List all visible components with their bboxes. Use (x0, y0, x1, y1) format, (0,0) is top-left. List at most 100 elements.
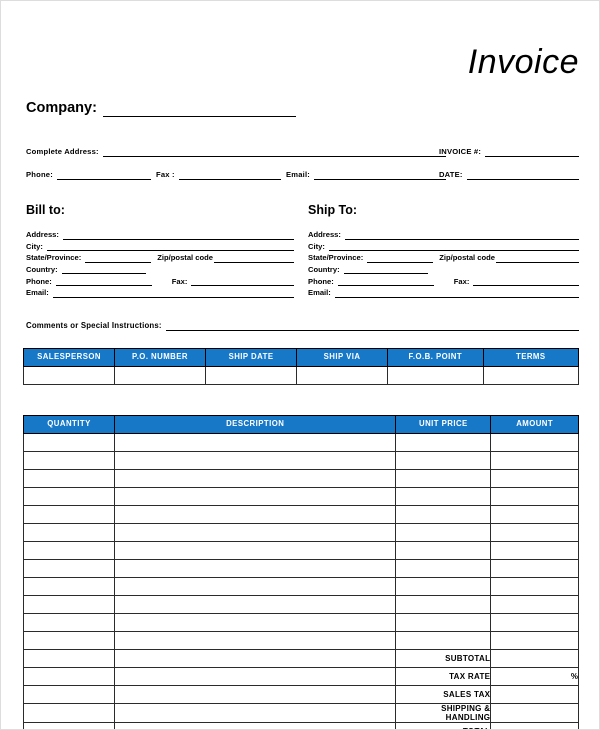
cell-amount[interactable] (490, 522, 579, 542)
company-field[interactable]: Company: (26, 100, 296, 117)
invoice-number-field[interactable]: INVOICE #: (439, 148, 579, 157)
cell-quantity[interactable] (22, 594, 116, 614)
bill-to-email-input-line[interactable] (52, 289, 294, 298)
header-fax-field[interactable]: Fax : (156, 171, 281, 180)
cell-amount[interactable] (490, 612, 579, 632)
cell-unit-price[interactable] (395, 522, 492, 542)
cell-amount[interactable] (490, 558, 579, 578)
cell-unit-price[interactable] (395, 486, 492, 506)
cell-description[interactable] (114, 576, 397, 596)
table-row[interactable] (22, 594, 579, 614)
cell-quantity[interactable] (22, 612, 116, 632)
cell-amount[interactable] (490, 432, 579, 452)
cell-description[interactable] (114, 486, 397, 506)
cell-unit-price[interactable] (395, 540, 492, 560)
table-row[interactable] (22, 612, 579, 632)
cell-fob-point[interactable] (387, 365, 484, 385)
complete-address-input-line[interactable] (102, 148, 446, 157)
cell-description[interactable] (114, 432, 397, 452)
ship-to-country-field[interactable]: Country: (308, 263, 579, 275)
table-row[interactable] (22, 450, 579, 470)
cell-terms[interactable] (482, 365, 580, 385)
cell-quantity[interactable] (22, 576, 116, 596)
cell-ship-date[interactable] (205, 365, 298, 385)
cell-amount[interactable] (490, 576, 579, 596)
cell-quantity[interactable] (22, 630, 116, 650)
totals-value-tax-rate[interactable]: % (490, 666, 579, 686)
ship-to-fax-input-line[interactable] (473, 277, 579, 286)
ship-to-address-field[interactable]: Address: (308, 228, 579, 240)
header-phone-input-line[interactable] (56, 171, 151, 180)
table-row[interactable] (22, 504, 579, 524)
table-row[interactable] (22, 522, 579, 542)
table-row[interactable] (22, 540, 579, 560)
bill-to-city-input-line[interactable] (46, 242, 294, 252)
cell-quantity[interactable] (22, 468, 116, 488)
cell-description[interactable] (114, 612, 397, 632)
cell-description[interactable] (114, 558, 397, 578)
totals-value-total[interactable] (490, 721, 579, 729)
cell-amount[interactable] (490, 630, 579, 650)
comments-field[interactable]: Comments or Special Instructions: (26, 321, 579, 331)
cell-amount[interactable] (490, 450, 579, 470)
date-field[interactable]: DATE: (439, 171, 579, 180)
header-fax-input-line[interactable] (178, 171, 281, 180)
bill-to-zip-input-line[interactable] (214, 254, 294, 263)
cell-quantity[interactable] (22, 432, 116, 452)
ship-to-city-input-line[interactable] (328, 242, 579, 252)
cell-salesperson[interactable] (22, 365, 116, 385)
bill-to-country-field[interactable]: Country: (26, 263, 294, 275)
cell-description[interactable] (114, 468, 397, 488)
cell-quantity[interactable] (22, 558, 116, 578)
table-row[interactable] (22, 630, 579, 650)
header-email-input-line[interactable] (314, 171, 446, 180)
totals-value-shipping-handling[interactable] (490, 702, 579, 723)
comments-input-line[interactable] (165, 322, 579, 331)
date-input-line[interactable] (466, 171, 579, 180)
cell-description[interactable] (114, 522, 397, 542)
bill-to-state-input-line[interactable] (85, 254, 152, 263)
cell-unit-price[interactable] (395, 558, 492, 578)
totals-value-subtotal[interactable] (490, 648, 579, 668)
table-row[interactable] (22, 365, 580, 385)
invoice-number-input-line[interactable] (485, 148, 579, 157)
bill-to-address-input-line[interactable] (62, 231, 294, 240)
bill-to-city-field[interactable]: City: (26, 240, 294, 252)
cell-amount[interactable] (490, 468, 579, 488)
ship-to-email-field[interactable]: Email: (308, 286, 579, 298)
cell-po-number[interactable] (114, 365, 207, 385)
company-input-line[interactable] (102, 103, 296, 117)
cell-unit-price[interactable] (395, 468, 492, 488)
table-row[interactable] (22, 576, 579, 596)
table-row[interactable] (22, 432, 579, 452)
ship-to-address-input-line[interactable] (344, 231, 579, 240)
cell-description[interactable] (114, 630, 397, 650)
bill-to-address-field[interactable]: Address: (26, 228, 294, 240)
ship-to-email-input-line[interactable] (334, 289, 579, 298)
cell-description[interactable] (114, 450, 397, 470)
cell-amount[interactable] (490, 594, 579, 614)
cell-ship-via[interactable] (296, 365, 389, 385)
cell-unit-price[interactable] (395, 612, 492, 632)
cell-quantity[interactable] (22, 504, 116, 524)
bill-to-country-input-line[interactable] (61, 265, 146, 275)
cell-amount[interactable] (490, 540, 579, 560)
ship-to-city-field[interactable]: City: (308, 240, 579, 252)
bill-to-phone-input-line[interactable] (55, 277, 152, 286)
complete-address-field[interactable]: Complete Address: (26, 148, 446, 157)
cell-quantity[interactable] (22, 540, 116, 560)
cell-unit-price[interactable] (395, 432, 492, 452)
cell-quantity[interactable] (22, 522, 116, 542)
ship-to-phone-input-line[interactable] (337, 277, 434, 286)
totals-value-sales-tax[interactable] (490, 684, 579, 704)
cell-unit-price[interactable] (395, 576, 492, 596)
cell-description[interactable] (114, 540, 397, 560)
ship-to-state-input-line[interactable] (367, 254, 434, 263)
cell-unit-price[interactable] (395, 504, 492, 524)
header-phone-field[interactable]: Phone: (26, 171, 151, 180)
ship-to-country-input-line[interactable] (343, 265, 428, 275)
cell-description[interactable] (114, 594, 397, 614)
header-email-field[interactable]: Email: (286, 171, 446, 180)
bill-to-fax-input-line[interactable] (191, 277, 294, 286)
cell-quantity[interactable] (22, 486, 116, 506)
